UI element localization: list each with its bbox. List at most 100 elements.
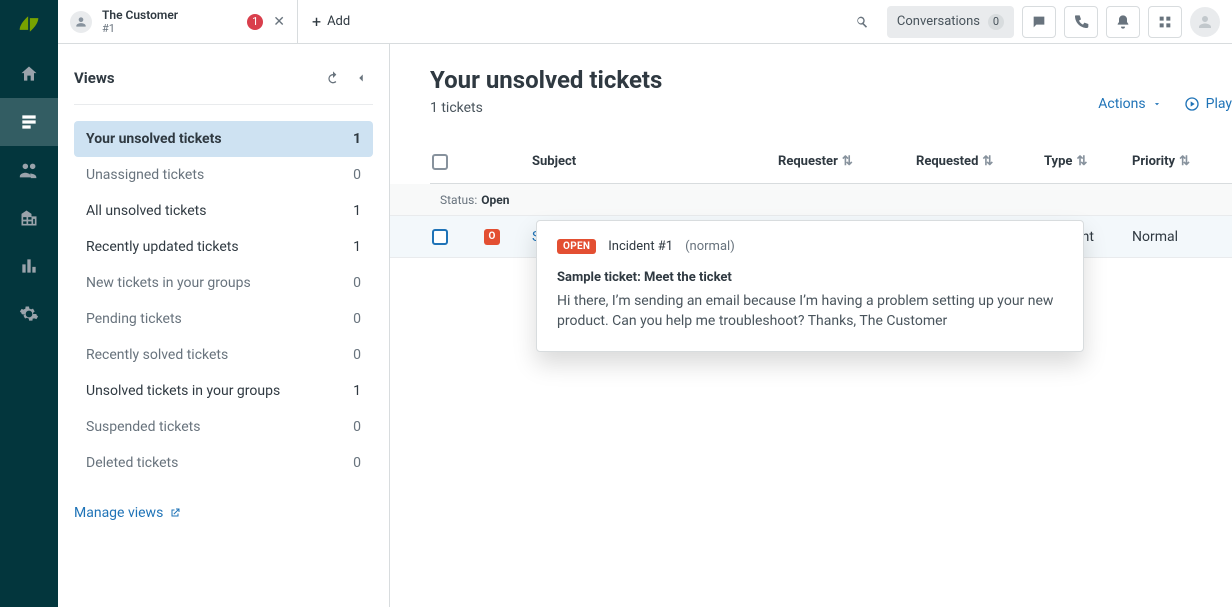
sidebar-view-count: 1 — [353, 383, 361, 399]
sidebar-view-item[interactable]: Pending tickets 0 — [74, 301, 373, 337]
sidebar-view-label: Deleted tickets — [86, 455, 178, 471]
conversations-button[interactable]: Conversations 0 — [887, 6, 1014, 38]
sidebar-view-item[interactable]: Deleted tickets 0 — [74, 445, 373, 481]
row-priority: Normal — [1132, 229, 1178, 245]
sidebar-view-count: 0 — [353, 455, 361, 471]
col-requested[interactable]: Requested⇅ — [916, 154, 1044, 169]
nav-admin[interactable] — [0, 290, 58, 338]
views-panel: Views Your unsolved tickets1Unassigned t… — [58, 44, 390, 607]
search-button[interactable] — [845, 6, 879, 38]
external-link-icon — [169, 507, 181, 519]
sidebar-view-count: 0 — [353, 311, 361, 327]
group-value: Open — [481, 193, 509, 207]
user-icon — [70, 11, 92, 33]
workspace: Views Your unsolved tickets1Unassigned t… — [58, 44, 1232, 607]
actions-dropdown[interactable]: Actions — [1098, 96, 1161, 112]
col-subject[interactable]: Subject — [532, 154, 778, 169]
sidebar-view-label: Suspended tickets — [86, 419, 200, 435]
sidebar-view-count: 0 — [353, 347, 361, 363]
notifications-button[interactable] — [1106, 6, 1140, 38]
play-label: Play — [1206, 96, 1232, 112]
tab-badge: 1 — [247, 14, 263, 30]
group-row-status: Status: Open — [390, 184, 1232, 216]
sort-icon: ⇅ — [1076, 154, 1087, 169]
tab-ticket[interactable]: The Customer #1 1 ✕ — [58, 0, 298, 43]
nav-customers[interactable] — [0, 146, 58, 194]
sidebar-view-count: 0 — [353, 419, 361, 435]
refresh-icon[interactable] — [321, 66, 345, 90]
sidebar-view-item[interactable]: Your unsolved tickets1 — [74, 121, 373, 157]
ticket-count: 1 tickets — [430, 100, 662, 116]
views-header: Views — [74, 66, 373, 105]
chevron-down-icon — [1152, 99, 1162, 109]
sidebar-view-item[interactable]: Recently updated tickets 1 — [74, 229, 373, 265]
sidebar-view-item[interactable]: New tickets in your groups 0 — [74, 265, 373, 301]
sidebar-view-item[interactable]: Unsolved tickets in your groups 1 — [74, 373, 373, 409]
group-prefix: Status: — [440, 193, 477, 207]
row-checkbox[interactable] — [432, 229, 448, 245]
apps-button[interactable] — [1148, 6, 1182, 38]
plus-icon: + — [312, 12, 321, 31]
conversations-count: 0 — [988, 14, 1004, 30]
select-all-cell[interactable] — [430, 154, 484, 170]
manage-views-link[interactable]: Manage views — [74, 505, 373, 521]
top-bar: The Customer #1 1 ✕ + Add Conversations … — [58, 0, 1232, 44]
sort-icon: ⇅ — [1179, 154, 1190, 169]
sidebar-view-item[interactable]: All unsolved tickets 1 — [74, 193, 373, 229]
status-pill-open: OPEN — [557, 239, 596, 254]
preview-title: Sample ticket: Meet the ticket — [557, 270, 1063, 285]
add-tab-label: Add — [327, 14, 350, 29]
topbar-right: Conversations 0 — [833, 0, 1232, 43]
sidebar-view-item[interactable]: Suspended tickets 0 — [74, 409, 373, 445]
tab-subtitle: #1 — [102, 22, 178, 36]
chat-button[interactable] — [1022, 6, 1056, 38]
ticket-preview-card: OPEN Incident #1 (normal) Sample ticket:… — [536, 220, 1084, 352]
sidebar-view-label: Recently solved tickets — [86, 347, 228, 363]
sidebar-view-item[interactable]: Unassigned tickets 0 — [74, 157, 373, 193]
status-chip-open: O — [484, 229, 500, 245]
sidebar-view-label: New tickets in your groups — [86, 275, 251, 291]
sidebar-view-item[interactable]: Recently solved tickets 0 — [74, 337, 373, 373]
sidebar-view-count: 1 — [353, 203, 361, 219]
manage-views-label: Manage views — [74, 505, 163, 521]
sidebar-view-label: Pending tickets — [86, 311, 182, 327]
tab-close-icon[interactable]: ✕ — [273, 14, 285, 30]
preview-body: Hi there, I’m sending an email because I… — [557, 291, 1063, 331]
col-requester[interactable]: Requester⇅ — [778, 154, 916, 169]
select-all-checkbox[interactable] — [432, 154, 448, 170]
sort-icon: ⇅ — [842, 154, 853, 169]
sidebar-view-label: All unsolved tickets — [86, 203, 206, 219]
page-title: Your unsolved tickets — [430, 66, 662, 94]
col-type[interactable]: Type⇅ — [1044, 154, 1132, 169]
nav-home[interactable] — [0, 50, 58, 98]
sort-icon: ⇅ — [982, 154, 993, 169]
main-content: Your unsolved tickets 1 tickets Actions … — [390, 44, 1232, 607]
actions-label: Actions — [1098, 96, 1145, 112]
preview-priority: (normal) — [685, 239, 735, 254]
sidebar-view-label: Unassigned tickets — [86, 167, 204, 183]
tab-title: The Customer — [102, 8, 178, 22]
sidebar-view-label: Recently updated tickets — [86, 239, 239, 255]
sidebar-view-count: 0 — [353, 167, 361, 183]
sidebar-view-count: 1 — [353, 239, 361, 255]
zendesk-logo[interactable] — [0, 4, 58, 44]
preview-id: Incident #1 — [608, 239, 673, 254]
profile-avatar[interactable] — [1190, 7, 1220, 37]
phone-button[interactable] — [1064, 6, 1098, 38]
nav-organizations[interactable] — [0, 194, 58, 242]
views-heading: Views — [74, 69, 115, 87]
play-icon — [1184, 96, 1200, 112]
sidebar-view-count: 0 — [353, 275, 361, 291]
col-priority[interactable]: Priority⇅ — [1132, 154, 1232, 169]
tab-title-block: The Customer #1 — [102, 8, 178, 36]
add-tab-button[interactable]: + Add — [298, 0, 365, 43]
views-list: Your unsolved tickets1Unassigned tickets… — [74, 121, 373, 481]
sidebar-view-label: Unsolved tickets in your groups — [86, 383, 280, 399]
conversations-label: Conversations — [897, 14, 980, 29]
nav-views[interactable] — [0, 98, 58, 146]
sidebar-view-label: Your unsolved tickets — [86, 131, 222, 147]
collapse-icon[interactable] — [349, 66, 373, 90]
play-button[interactable]: Play — [1184, 96, 1232, 112]
nav-reporting[interactable] — [0, 242, 58, 290]
table-header: Subject Requester⇅ Requested⇅ Type⇅ Prio… — [430, 140, 1232, 184]
